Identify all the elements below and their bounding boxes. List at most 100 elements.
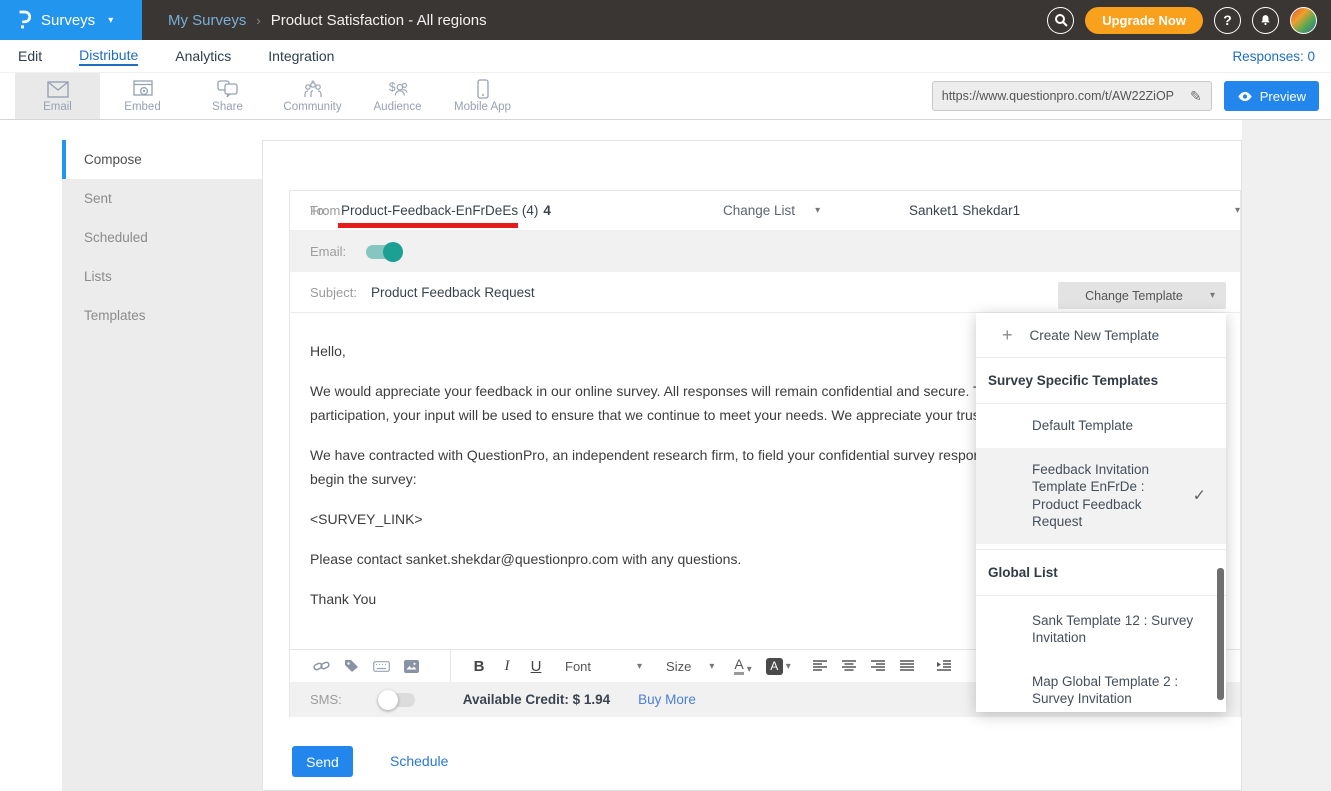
channel-tab-mobile-app[interactable]: Mobile App	[440, 73, 525, 119]
tab-analytics[interactable]: Analytics	[175, 48, 231, 65]
menu-item-map-global-template-2[interactable]: Map Global Template 2 : Survey Invitatio…	[976, 660, 1226, 713]
distribute-channel-bar: Email Embed Share Community $ Audience	[0, 73, 1331, 120]
surveys-product-menu[interactable]: Surveys ▾	[0, 0, 142, 40]
size-dropdown[interactable]: Size ▾	[666, 659, 714, 674]
link-icon[interactable]	[306, 659, 336, 673]
people-group-icon	[302, 79, 324, 99]
selected-list-underline	[338, 223, 518, 228]
available-credit: Available Credit: $ 1.94	[463, 692, 610, 707]
email-toggle[interactable]	[366, 245, 400, 259]
highlight-color-button[interactable]: A ▾	[766, 658, 791, 675]
toolbar-divider	[450, 650, 451, 682]
edit-url-pencil-icon[interactable]: ✎	[1181, 88, 1211, 105]
align-left-icon[interactable]	[813, 660, 827, 672]
text-color-button[interactable]: A ▾	[734, 657, 751, 675]
indent-icon[interactable]	[937, 660, 951, 672]
survey-url-input[interactable]	[933, 82, 1181, 110]
sidebar-item-lists[interactable]: Lists	[62, 257, 262, 296]
chevron-down-icon: ▾	[747, 664, 752, 675]
chevron-down-icon: ▾	[637, 661, 642, 672]
align-center-icon[interactable]	[842, 660, 856, 672]
menu-scrollbar[interactable]	[1217, 568, 1224, 700]
email-label: Email:	[310, 231, 346, 272]
tab-integration[interactable]: Integration	[268, 48, 334, 65]
email-sidebar: Compose Sent Scheduled Lists Templates	[62, 140, 262, 791]
sidebar-item-templates[interactable]: Templates	[62, 296, 262, 335]
subject-label: Subject:	[310, 272, 357, 313]
sidebar-item-sent[interactable]: Sent	[62, 179, 262, 218]
chevron-down-icon: ▾	[108, 15, 113, 26]
create-new-template-item[interactable]: + Create New Template	[976, 313, 1226, 358]
send-button[interactable]: Send	[292, 746, 353, 777]
channel-tab-audience[interactable]: $ Audience	[355, 73, 440, 119]
schedule-link[interactable]: Schedule	[390, 753, 448, 769]
buy-more-link[interactable]: Buy More	[638, 692, 696, 707]
recipient-count: 4	[543, 203, 551, 218]
align-justify-icon[interactable]	[900, 660, 914, 672]
menu-item-default-template[interactable]: Default Template	[976, 404, 1226, 448]
question-mark-icon: ?	[1223, 12, 1232, 28]
brand-label: Surveys	[41, 12, 95, 29]
channel-tab-community[interactable]: Community	[270, 73, 355, 119]
mobile-phone-icon	[472, 79, 494, 99]
chat-bubbles-icon	[217, 79, 239, 99]
embed-browser-gear-icon	[132, 79, 154, 99]
survey-specific-templates-header: Survey Specific Templates	[976, 358, 1226, 404]
chevron-down-icon: ▾	[815, 191, 820, 231]
channel-tab-share[interactable]: Share	[185, 73, 270, 119]
tab-edit[interactable]: Edit	[18, 48, 42, 65]
preview-button[interactable]: Preview	[1224, 81, 1319, 111]
search-icon	[1054, 13, 1068, 27]
page-title: Product Satisfaction - All regions	[271, 12, 487, 29]
questionpro-distribute-page: Surveys ▾ My Surveys › Product Satisfact…	[0, 0, 1331, 791]
paid-audience-icon: $	[387, 79, 409, 99]
menu-item-feedback-invitation-template[interactable]: Feedback Invitation Template EnFrDe : Pr…	[976, 448, 1226, 544]
email-toggle-row: Email:	[290, 231, 1240, 272]
sidebar-item-scheduled[interactable]: Scheduled	[62, 218, 262, 257]
tag-icon[interactable]	[336, 659, 366, 673]
channel-tab-email[interactable]: Email	[15, 73, 100, 119]
bold-button[interactable]: B	[465, 658, 493, 675]
chevron-down-icon: ▾	[1210, 290, 1215, 301]
bell-icon	[1259, 13, 1272, 27]
align-right-icon[interactable]	[871, 660, 885, 672]
change-template-menu: + Create New Template Survey Specific Te…	[976, 313, 1226, 712]
right-gutter	[1242, 120, 1331, 791]
notifications-button[interactable]	[1252, 7, 1279, 34]
questionpro-logo-icon	[16, 9, 32, 31]
global-list-header: Global List	[976, 550, 1226, 596]
help-button[interactable]: ?	[1214, 7, 1241, 34]
user-avatar[interactable]	[1290, 7, 1317, 34]
breadcrumb: My Surveys › Product Satisfaction - All …	[168, 12, 487, 29]
from-label: From:	[310, 191, 344, 231]
topbar-actions: Upgrade Now ?	[1047, 7, 1317, 34]
check-icon: ✓	[1193, 487, 1206, 505]
menu-item-sank-template-12[interactable]: Sank Template 12 : Survey Invitation	[976, 596, 1226, 660]
channel-tab-embed[interactable]: Embed	[100, 73, 185, 119]
image-icon[interactable]	[396, 660, 426, 673]
font-dropdown[interactable]: Font ▾	[565, 659, 642, 674]
search-button[interactable]	[1047, 7, 1074, 34]
responses-count[interactable]: Responses: 0	[1232, 49, 1315, 64]
sms-toggle[interactable]	[381, 693, 415, 707]
breadcrumb-my-surveys[interactable]: My Surveys	[168, 12, 246, 29]
subject-input[interactable]: Product Feedback Request	[371, 272, 535, 313]
upgrade-now-button[interactable]: Upgrade Now	[1085, 7, 1203, 34]
envelope-icon	[47, 79, 69, 99]
breadcrumb-separator-icon: ›	[256, 13, 260, 28]
alignment-group	[813, 660, 951, 672]
top-bar: Surveys ▾ My Surveys › Product Satisfact…	[0, 0, 1331, 40]
survey-nav: Edit Distribute Analytics Integration Re…	[0, 40, 1331, 73]
plus-icon: +	[1002, 325, 1013, 346]
tab-distribute[interactable]: Distribute	[79, 47, 138, 66]
chevron-down-icon: ▾	[709, 661, 714, 672]
eye-icon	[1237, 91, 1253, 102]
change-template-button[interactable]: Change Template ▾	[1058, 282, 1226, 309]
underline-button[interactable]: U	[521, 658, 551, 675]
italic-button[interactable]: I	[493, 658, 521, 675]
sidebar-item-compose[interactable]: Compose	[62, 140, 262, 179]
sms-label: SMS:	[310, 692, 342, 707]
keyboard-icon[interactable]	[366, 661, 396, 672]
change-list-dropdown[interactable]: Change List ▾	[723, 191, 820, 231]
chevron-down-icon: ▾	[786, 661, 791, 672]
